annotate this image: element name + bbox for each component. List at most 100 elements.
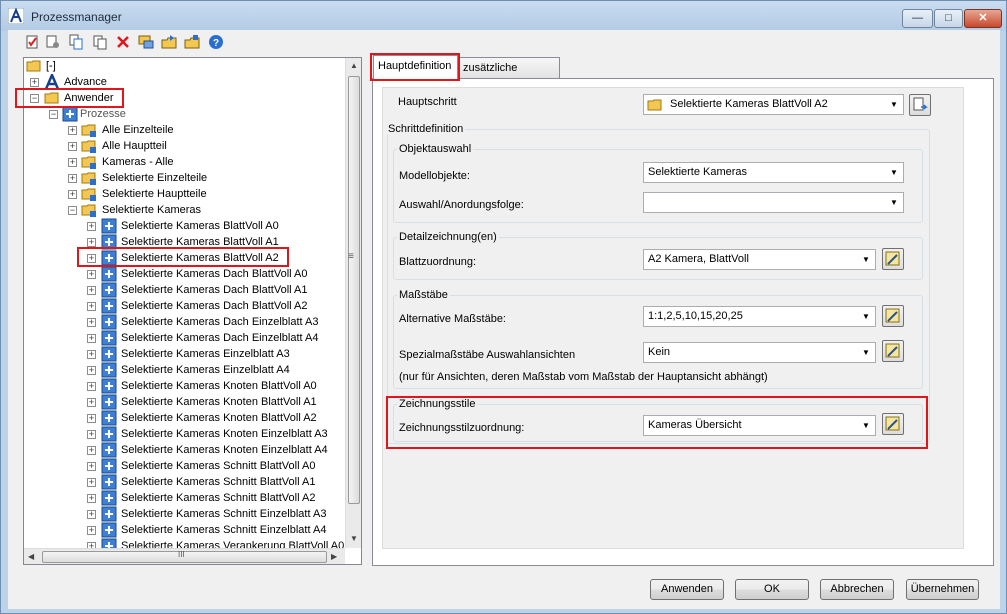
- tree-process-item[interactable]: + Selektierte Kameras BlattVoll A0: [24, 218, 344, 234]
- blattzuordnung-select[interactable]: A2 Kamera, BlattVoll ▼: [643, 249, 876, 270]
- expand-icon[interactable]: +: [87, 414, 96, 423]
- expand-icon[interactable]: +: [87, 462, 96, 471]
- tree-process-item[interactable]: + Selektierte Kameras Dach BlattVoll A0: [24, 266, 344, 282]
- tree-process-item[interactable]: + Selektierte Kameras Einzelblatt A4: [24, 362, 344, 378]
- tree-folder[interactable]: + Selektierte Hauptteile: [24, 186, 324, 202]
- expand-icon[interactable]: +: [87, 222, 96, 231]
- expand-icon[interactable]: +: [87, 350, 96, 359]
- tree-process-item[interactable]: + Selektierte Kameras Dach BlattVoll A1: [24, 282, 344, 298]
- expand-icon[interactable]: +: [87, 254, 96, 263]
- tree-folder[interactable]: − Selektierte Kameras: [24, 202, 324, 218]
- tree-process-item[interactable]: + Selektierte Kameras BlattVoll A2: [24, 250, 344, 266]
- tree-item-anwender[interactable]: − Anwender: [24, 90, 324, 106]
- expand-icon[interactable]: +: [87, 510, 96, 519]
- tree-folder[interactable]: + Alle Einzelteile: [24, 122, 324, 138]
- expand-icon[interactable]: +: [87, 446, 96, 455]
- tree-process-item[interactable]: + Selektierte Kameras Knoten Einzelblatt …: [24, 426, 344, 442]
- expand-icon[interactable]: +: [87, 382, 96, 391]
- tree-process-item[interactable]: + Selektierte Kameras Dach BlattVoll A2: [24, 298, 344, 314]
- export-icon[interactable]: [161, 34, 177, 50]
- new-process-icon[interactable]: [24, 34, 40, 50]
- copy-process-icon[interactable]: [45, 34, 61, 50]
- import-icon[interactable]: [184, 34, 200, 50]
- tree-process-item[interactable]: + Selektierte Kameras Dach Einzelblatt A4: [24, 330, 344, 346]
- minimize-button[interactable]: —: [902, 9, 933, 28]
- tree-vertical-scrollbar[interactable]: ▲ ▼: [345, 58, 361, 548]
- zeichnungsstil-select[interactable]: Kameras Übersicht ▼: [643, 415, 876, 436]
- expand-icon[interactable]: +: [87, 478, 96, 487]
- edit-massstaebe-button[interactable]: [882, 305, 904, 327]
- tree-process-item[interactable]: + Selektierte Kameras Knoten BlattVoll A0: [24, 378, 344, 394]
- process-icon: [101, 314, 117, 330]
- scroll-left-icon[interactable]: ◀: [28, 552, 34, 561]
- expand-icon[interactable]: +: [87, 286, 96, 295]
- edit-step-button[interactable]: [909, 94, 931, 116]
- tree-root[interactable]: [-]: [24, 58, 324, 74]
- expand-icon[interactable]: +: [87, 494, 96, 503]
- spezial-select[interactable]: Kein ▼: [643, 342, 876, 363]
- tree-process-item[interactable]: + Selektierte Kameras Schnitt BlattVoll A…: [24, 490, 344, 506]
- copy-icon[interactable]: [68, 34, 84, 50]
- expand-icon[interactable]: +: [68, 126, 77, 135]
- expand-icon[interactable]: +: [87, 430, 96, 439]
- ok-button[interactable]: OK: [735, 579, 809, 600]
- expand-icon[interactable]: +: [68, 158, 77, 167]
- scroll-right-icon[interactable]: ▶: [331, 552, 337, 561]
- tree-process-item[interactable]: + Selektierte Kameras Schnitt BlattVoll A…: [24, 474, 344, 490]
- auswahl-select[interactable]: ▼: [643, 192, 904, 213]
- edit-document-icon: [913, 97, 928, 111]
- expand-icon[interactable]: +: [87, 334, 96, 343]
- cancel-button[interactable]: Abbrechen: [820, 579, 894, 600]
- expand-icon[interactable]: +: [87, 526, 96, 535]
- expand-icon[interactable]: +: [68, 174, 77, 183]
- scroll-thumb[interactable]: [348, 76, 360, 504]
- tab-hauptdefinition[interactable]: Hauptdefinition: [373, 55, 458, 79]
- expand-icon[interactable]: +: [68, 142, 77, 151]
- expand-icon[interactable]: +: [87, 270, 96, 279]
- edit-stil-button[interactable]: [882, 413, 904, 435]
- tree-process-item[interactable]: + Selektierte Kameras Schnitt Einzelblatt…: [24, 506, 344, 522]
- tree-folder[interactable]: + Alle Hauptteil: [24, 138, 324, 154]
- tree-process-item[interactable]: + Selektierte Kameras Dach Einzelblatt A3: [24, 314, 344, 330]
- expand-icon[interactable]: +: [30, 78, 39, 87]
- delete-icon[interactable]: [115, 34, 131, 50]
- tab-zusaetzliche-schritte[interactable]: zusätzliche Schritte: [458, 57, 560, 94]
- expand-icon[interactable]: +: [87, 366, 96, 375]
- edit-spezial-button[interactable]: [882, 340, 904, 362]
- tree-folder[interactable]: + Selektierte Einzelteile: [24, 170, 324, 186]
- collapse-icon[interactable]: −: [68, 206, 77, 215]
- alt-massstaebe-select[interactable]: 1:1,2,5,10,15,20,25 ▼: [643, 306, 876, 327]
- duplicate-icon[interactable]: [92, 34, 108, 50]
- tree-process-item[interactable]: + Selektierte Kameras Knoten BlattVoll A2: [24, 410, 344, 426]
- expand-icon[interactable]: +: [87, 238, 96, 247]
- tree-item-advance[interactable]: + Advance: [24, 74, 324, 90]
- expand-icon[interactable]: +: [87, 318, 96, 327]
- scroll-down-icon[interactable]: ▼: [350, 534, 358, 543]
- tree-item-prozesse[interactable]: − Prozesse: [24, 106, 324, 122]
- expand-icon[interactable]: +: [87, 302, 96, 311]
- expand-icon[interactable]: +: [68, 190, 77, 199]
- rename-icon[interactable]: [138, 34, 154, 50]
- tree-process-item[interactable]: + Selektierte Kameras Knoten Einzelblatt …: [24, 442, 344, 458]
- expand-icon[interactable]: +: [87, 398, 96, 407]
- process-tree[interactable]: [-] + Advance − Anwender − Prozesse + All…: [23, 57, 362, 565]
- edit-blatt-button[interactable]: [882, 248, 904, 270]
- tree-process-item[interactable]: + Selektierte Kameras Einzelblatt A3: [24, 346, 344, 362]
- scroll-thumb[interactable]: III: [42, 550, 327, 563]
- tree-folder[interactable]: + Kameras - Alle: [24, 154, 324, 170]
- accept-button[interactable]: Übernehmen: [906, 579, 979, 600]
- close-button[interactable]: ✕: [964, 9, 1002, 28]
- tree-process-item[interactable]: + Selektierte Kameras BlattVoll A1: [24, 234, 344, 250]
- tree-process-item[interactable]: + Selektierte Kameras Knoten BlattVoll A1: [24, 394, 344, 410]
- tree-process-item[interactable]: + Selektierte Kameras Schnitt BlattVoll A…: [24, 458, 344, 474]
- tree-process-item[interactable]: + Selektierte Kameras Schnitt Einzelblatt…: [24, 522, 344, 538]
- collapse-icon[interactable]: −: [49, 110, 58, 119]
- help-icon[interactable]: ?: [208, 34, 224, 50]
- scroll-up-icon[interactable]: ▲: [350, 61, 358, 70]
- tree-horizontal-scrollbar[interactable]: ◀ III ▶: [24, 548, 345, 564]
- maximize-button[interactable]: □: [934, 9, 963, 28]
- collapse-icon[interactable]: −: [30, 94, 39, 103]
- modellobjekte-select[interactable]: Selektierte Kameras ▼: [643, 162, 904, 183]
- apply-button[interactable]: Anwenden: [650, 579, 724, 600]
- hauptschritt-select[interactable]: Selektierte Kameras BlattVoll A2 ▼: [643, 94, 904, 115]
